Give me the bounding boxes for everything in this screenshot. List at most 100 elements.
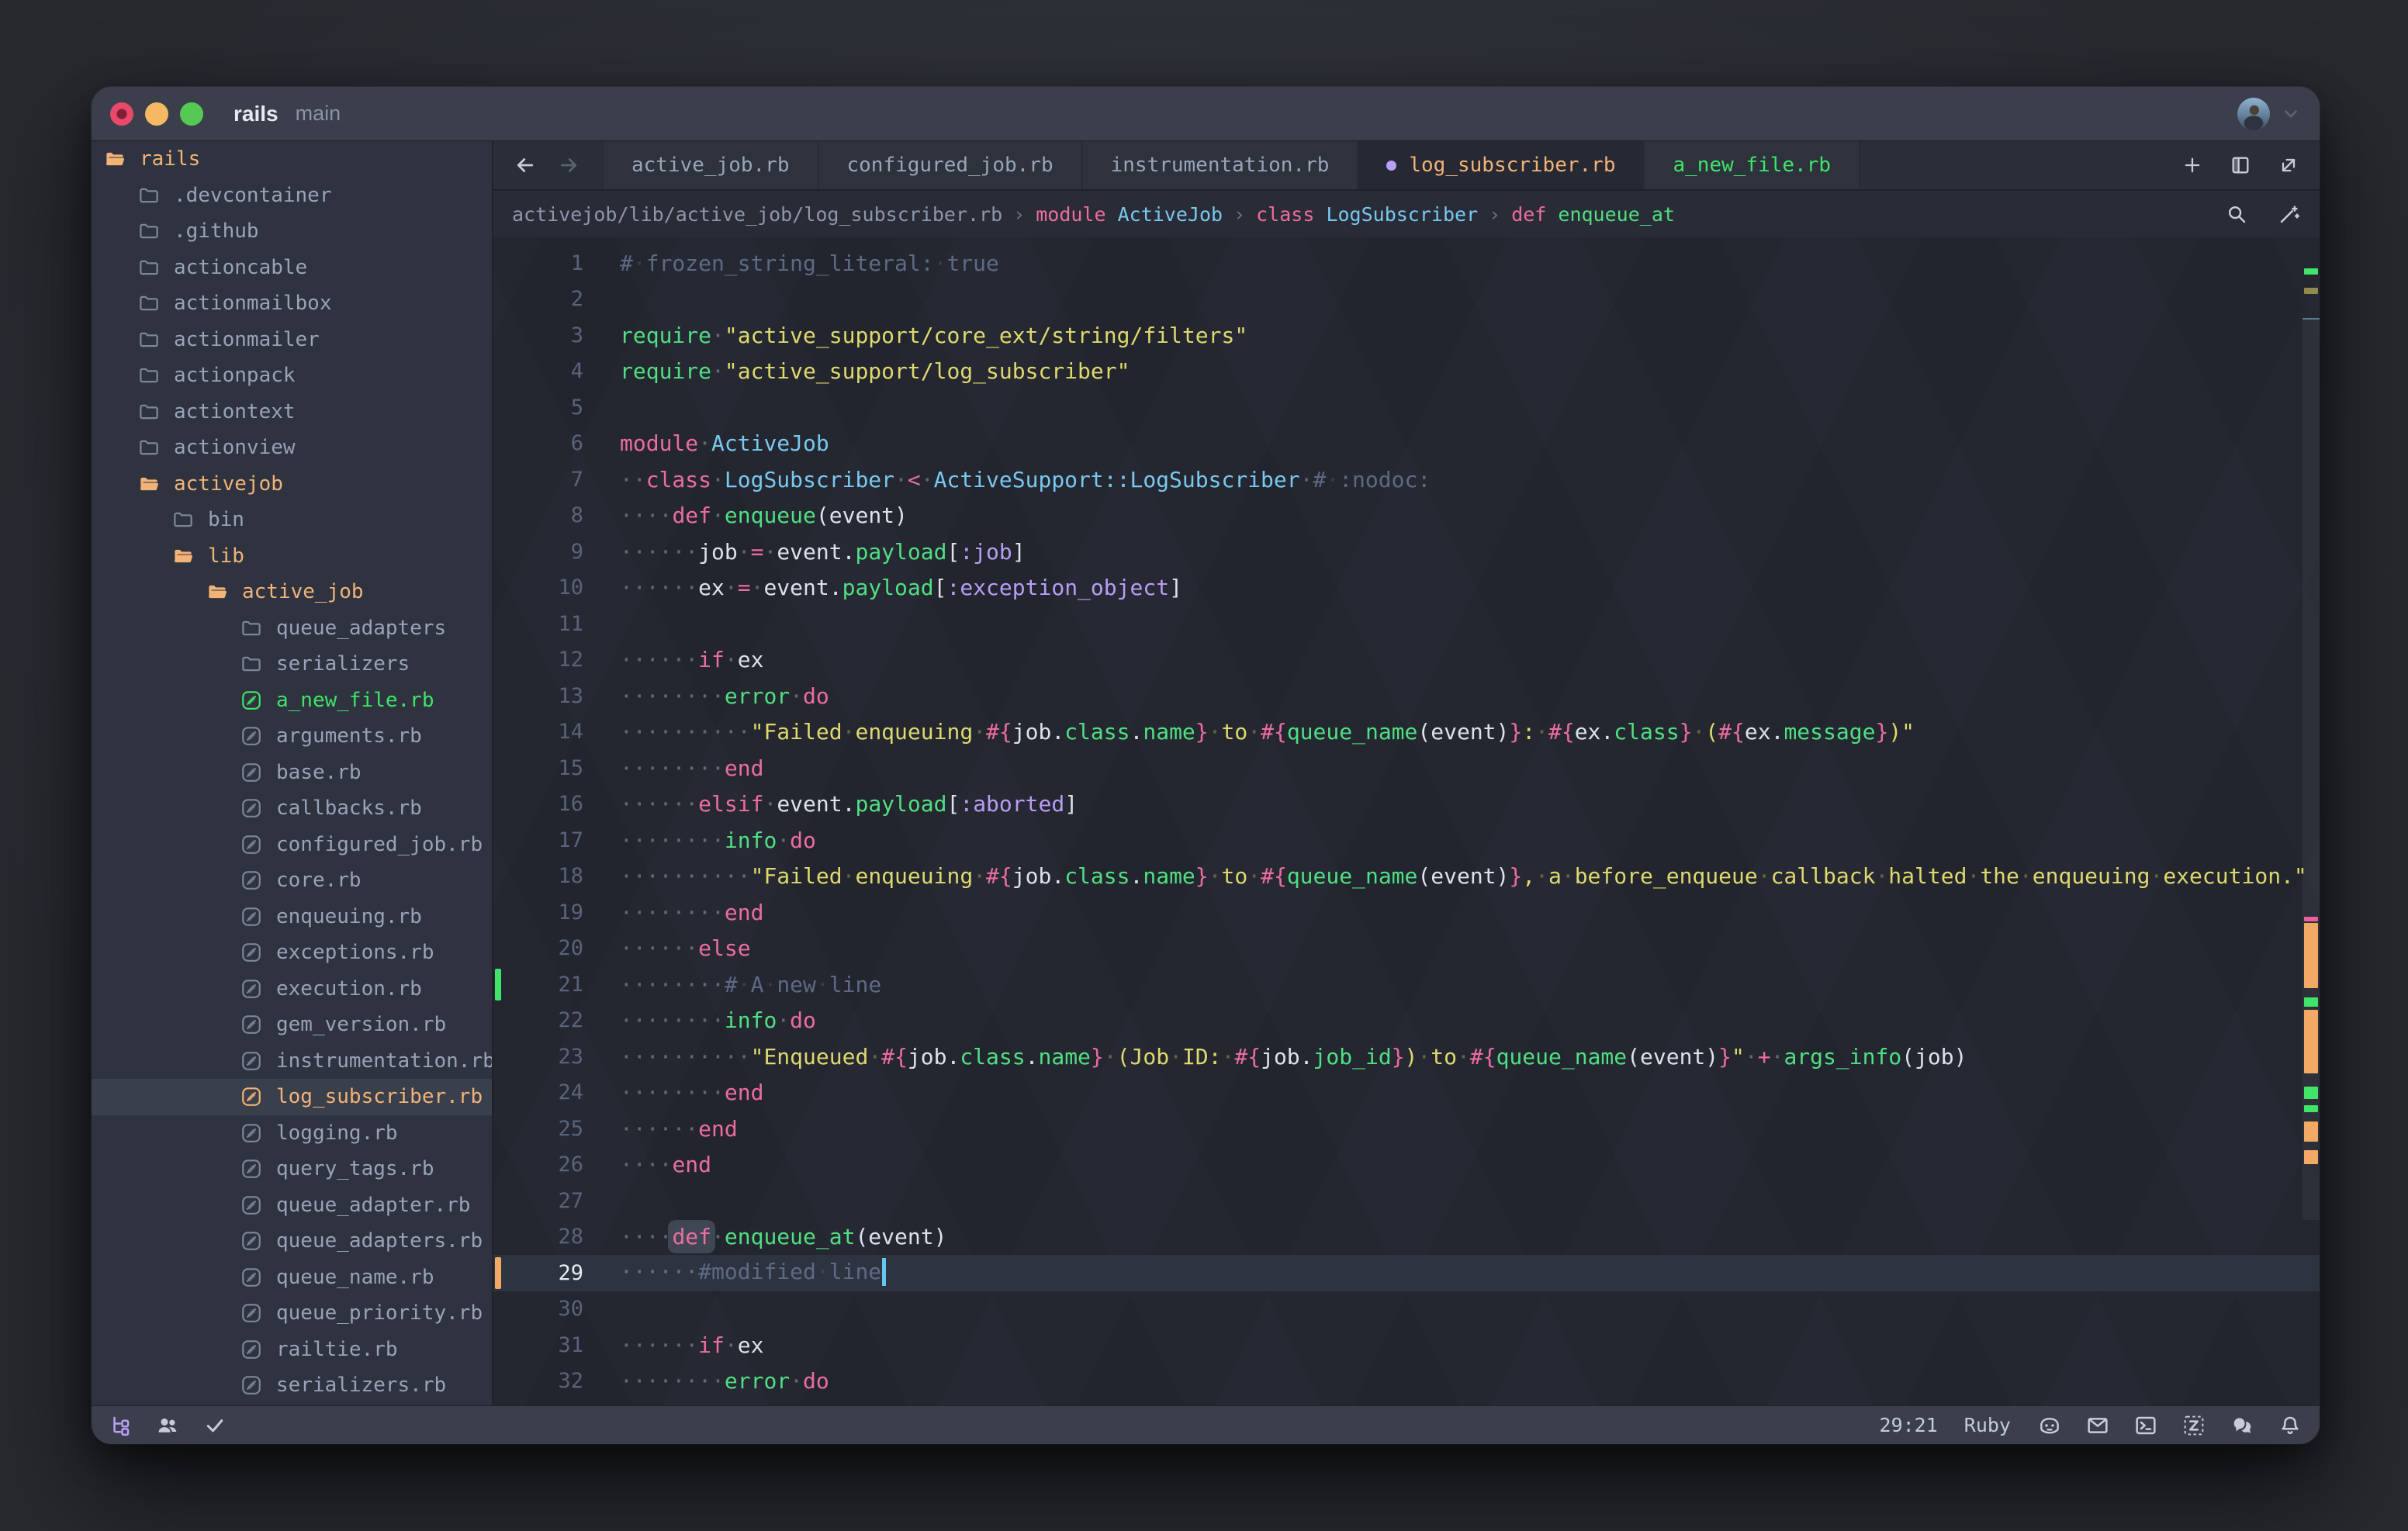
breadcrumb-symbol[interactable]: module ActiveJob bbox=[1036, 203, 1223, 226]
line-number[interactable]: 27 bbox=[493, 1189, 583, 1213]
window-minimize-button[interactable] bbox=[145, 102, 168, 126]
file-tree-item--github[interactable]: .github bbox=[92, 213, 492, 250]
file-tree-item-exceptions-rb[interactable]: exceptions.rb bbox=[92, 935, 492, 971]
code-line-16[interactable]: 16······elsif·event.payload[:aborted] bbox=[493, 786, 2320, 823]
git-branch-label[interactable]: main bbox=[296, 102, 341, 126]
file-tree-item-queue-adapters[interactable]: queue_adapters bbox=[92, 610, 492, 647]
code-line-31[interactable]: 31······if·ex bbox=[493, 1327, 2320, 1363]
line-number[interactable]: 26 bbox=[493, 1153, 583, 1177]
chat-icon[interactable] bbox=[2230, 1413, 2254, 1438]
code-line-1[interactable]: 1#·frozen_string_literal:·true bbox=[493, 245, 2320, 282]
code-line-7[interactable]: 7··class·LogSubscriber·<·ActiveSupport::… bbox=[493, 461, 2320, 498]
code-line-10[interactable]: 10······ex·=·event.payload[:exception_ob… bbox=[493, 570, 2320, 607]
line-number[interactable]: 32 bbox=[493, 1369, 583, 1393]
line-number[interactable]: 5 bbox=[493, 396, 583, 420]
breadcrumb[interactable]: activejob/lib/active_job/log_subscriber.… bbox=[493, 191, 2320, 237]
copilot-icon[interactable] bbox=[2037, 1413, 2062, 1438]
code-line-4[interactable]: 4require·"active_support/log_subscriber" bbox=[493, 354, 2320, 390]
line-number[interactable]: 1 bbox=[493, 251, 583, 275]
file-tree-item-queue-name-rb[interactable]: queue_name.rb bbox=[92, 1260, 492, 1296]
tab-instrumentation-rb[interactable]: instrumentation.rb bbox=[1083, 141, 1359, 189]
user-avatar[interactable] bbox=[2237, 98, 2270, 130]
file-tree-item-queue-adapter-rb[interactable]: queue_adapter.rb bbox=[92, 1187, 492, 1224]
line-number[interactable]: 31 bbox=[493, 1333, 583, 1357]
line-number[interactable]: 10 bbox=[493, 575, 583, 600]
file-tree-item-enqueuing-rb[interactable]: enqueuing.rb bbox=[92, 899, 492, 935]
file-tree-item-activejob[interactable]: activejob bbox=[92, 466, 492, 503]
line-number[interactable]: 13 bbox=[493, 684, 583, 708]
collaboration-icon[interactable] bbox=[155, 1413, 180, 1438]
new-tab-plus-icon[interactable] bbox=[2181, 154, 2203, 176]
code-line-2[interactable]: 2 bbox=[493, 282, 2320, 318]
window-zoom-button[interactable] bbox=[180, 102, 203, 126]
editor-scrollbar[interactable] bbox=[2302, 237, 2320, 1405]
feedback-mail-icon[interactable] bbox=[2085, 1413, 2110, 1438]
file-tree-item-query-tags-rb[interactable]: query_tags.rb bbox=[92, 1151, 492, 1187]
code-line-15[interactable]: 15········end bbox=[493, 750, 2320, 786]
file-tree-item-core-rb[interactable]: core.rb bbox=[92, 862, 492, 899]
file-tree-item-base-rb[interactable]: base.rb bbox=[92, 755, 492, 791]
notifications-bell-icon[interactable] bbox=[2278, 1413, 2302, 1438]
split-pane-icon[interactable] bbox=[2230, 154, 2251, 176]
file-tree-item-serializers[interactable]: serializers bbox=[92, 646, 492, 683]
file-tree-item-gem-version-rb[interactable]: gem_version.rb bbox=[92, 1007, 492, 1043]
tab-log-subscriber-rb[interactable]: log_subscriber.rb bbox=[1358, 141, 1645, 189]
code-line-26[interactable]: 26····end bbox=[493, 1147, 2320, 1184]
file-tree-item-serializers-rb[interactable]: serializers.rb bbox=[92, 1367, 492, 1404]
code-line-3[interactable]: 3require·"active_support/core_ext/string… bbox=[493, 317, 2320, 354]
code-editor[interactable]: 1#·frozen_string_literal:·true23require·… bbox=[493, 237, 2320, 1405]
code-line-28[interactable]: 28····def·enqueue_at(event) bbox=[493, 1219, 2320, 1256]
code-line-13[interactable]: 13········error·do bbox=[493, 678, 2320, 714]
line-number[interactable]: 7 bbox=[493, 468, 583, 492]
file-tree-item-execution-rb[interactable]: execution.rb bbox=[92, 971, 492, 1007]
file-tree-item-railtie-rb[interactable]: railtie.rb bbox=[92, 1332, 492, 1368]
file-tree-item-queue-adapters-rb[interactable]: queue_adapters.rb bbox=[92, 1223, 492, 1260]
line-number[interactable]: 29 bbox=[493, 1261, 583, 1285]
file-tree-item-actionmailbox[interactable]: actionmailbox bbox=[92, 285, 492, 322]
file-tree-item-queue-priority-rb[interactable]: queue_priority.rb bbox=[92, 1295, 492, 1332]
line-number[interactable]: 22 bbox=[493, 1008, 583, 1032]
file-tree-item-actioncable[interactable]: actioncable bbox=[92, 250, 492, 286]
line-number[interactable]: 9 bbox=[493, 540, 583, 564]
line-number[interactable]: 23 bbox=[493, 1045, 583, 1069]
line-number[interactable]: 17 bbox=[493, 828, 583, 852]
tab-a-new-file-rb[interactable]: a_new_file.rb bbox=[1645, 141, 1860, 189]
file-tree-item--devcontainer[interactable]: .devcontainer bbox=[92, 178, 492, 214]
code-line-20[interactable]: 20······else bbox=[493, 931, 2320, 967]
line-number[interactable]: 25 bbox=[493, 1117, 583, 1141]
line-number[interactable]: 19 bbox=[493, 900, 583, 924]
code-line-18[interactable]: 18··········"Failed·enqueuing·#{job.clas… bbox=[493, 859, 2320, 895]
file-tree-item-actionpack[interactable]: actionpack bbox=[92, 358, 492, 394]
line-number[interactable]: 4 bbox=[493, 359, 583, 383]
code-line-24[interactable]: 24········end bbox=[493, 1075, 2320, 1111]
diagnostics-check-icon[interactable] bbox=[203, 1414, 227, 1437]
line-number[interactable]: 18 bbox=[493, 864, 583, 888]
file-tree-item-log-subscriber-rb[interactable]: log_subscriber.rb bbox=[92, 1079, 492, 1115]
breadcrumb-symbol[interactable]: class LogSubscriber bbox=[1256, 203, 1478, 226]
code-line-5[interactable]: 5 bbox=[493, 389, 2320, 426]
code-line-32[interactable]: 32········error·do bbox=[493, 1363, 2320, 1400]
zed-assistant-icon[interactable] bbox=[2181, 1413, 2206, 1438]
line-number[interactable]: 28 bbox=[493, 1225, 583, 1249]
file-tree-item-actionmailer[interactable]: actionmailer bbox=[92, 322, 492, 358]
line-number[interactable]: 24 bbox=[493, 1080, 583, 1104]
tab-configured-job-rb[interactable]: configured_job.rb bbox=[819, 141, 1083, 189]
code-line-17[interactable]: 17········info·do bbox=[493, 822, 2320, 859]
code-line-22[interactable]: 22········info·do bbox=[493, 1003, 2320, 1039]
code-line-23[interactable]: 23··········"Enqueued·#{job.class.name}·… bbox=[493, 1039, 2320, 1075]
code-line-9[interactable]: 9······job·=·event.payload[:job] bbox=[493, 534, 2320, 570]
line-number[interactable]: 15 bbox=[493, 756, 583, 780]
file-tree-item-a-new-file-rb[interactable]: a_new_file.rb bbox=[92, 683, 492, 719]
breadcrumb-file-path[interactable]: activejob/lib/active_job/log_subscriber.… bbox=[512, 203, 1002, 226]
code-line-8[interactable]: 8····def·enqueue(event) bbox=[493, 498, 2320, 534]
file-tree-item-arguments-rb[interactable]: arguments.rb bbox=[92, 718, 492, 755]
code-line-11[interactable]: 11 bbox=[493, 606, 2320, 642]
file-tree-item-logging-rb[interactable]: logging.rb bbox=[92, 1115, 492, 1152]
line-number[interactable]: 12 bbox=[493, 648, 583, 672]
chevron-down-icon[interactable] bbox=[2281, 104, 2301, 124]
code-line-12[interactable]: 12······if·ex bbox=[493, 642, 2320, 679]
line-number[interactable]: 21 bbox=[493, 973, 583, 997]
line-number[interactable]: 6 bbox=[493, 431, 583, 455]
code-line-14[interactable]: 14··········"Failed·enqueuing·#{job.clas… bbox=[493, 714, 2320, 751]
line-number[interactable]: 14 bbox=[493, 720, 583, 744]
